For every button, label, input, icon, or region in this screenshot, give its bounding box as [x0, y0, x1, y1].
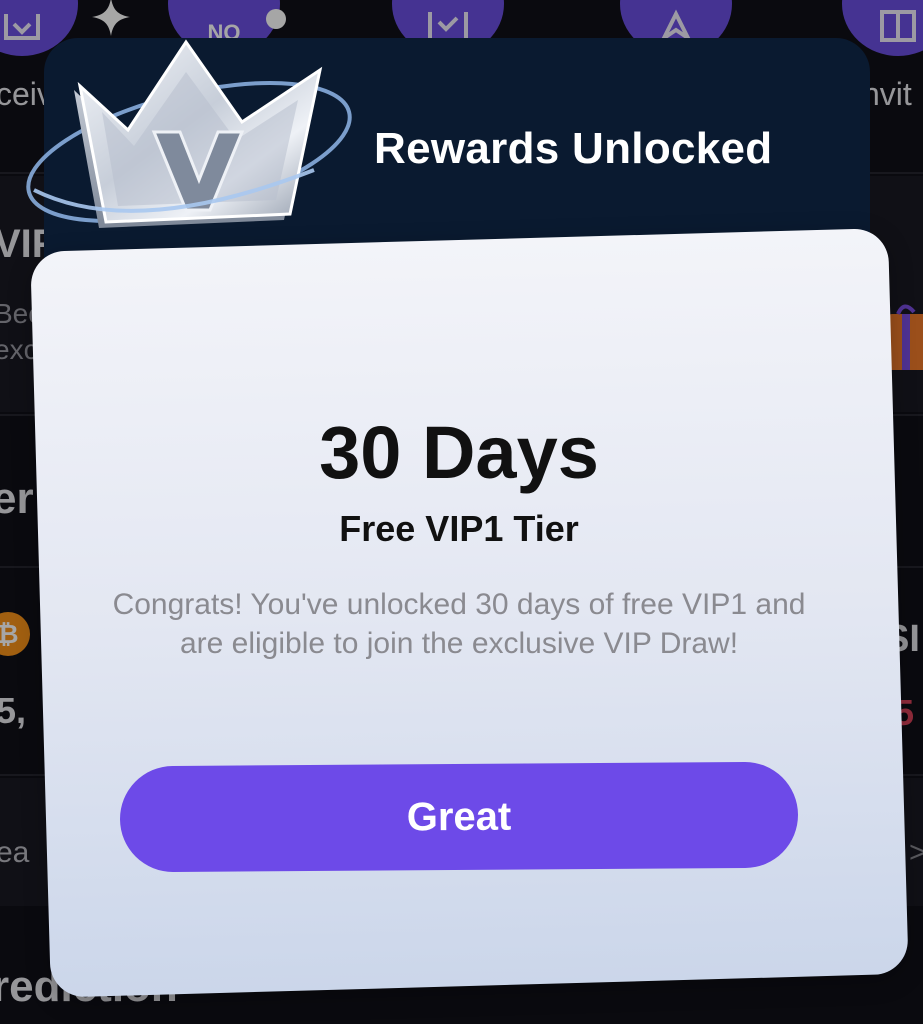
vip-crown-icon — [26, 39, 352, 228]
modal-body: 30 Days Free VIP1 Tier Congrats! You've … — [30, 280, 888, 980]
bg-section-title: er — [0, 474, 34, 523]
reward-days: 30 Days — [319, 411, 599, 494]
bitcoin-icon: ₿ — [0, 612, 30, 656]
bg-price-value: 5, — [0, 690, 27, 731]
modal-title: Rewards Unlocked — [374, 124, 773, 173]
great-button[interactable]: Great — [119, 761, 799, 873]
bg-row-label: ea — [0, 836, 30, 869]
reward-tier: Free VIP1 Tier — [339, 508, 579, 549]
reward-description: Congrats! You've unlocked 30 days of fre… — [112, 588, 806, 660]
invite-icon — [880, 10, 916, 42]
